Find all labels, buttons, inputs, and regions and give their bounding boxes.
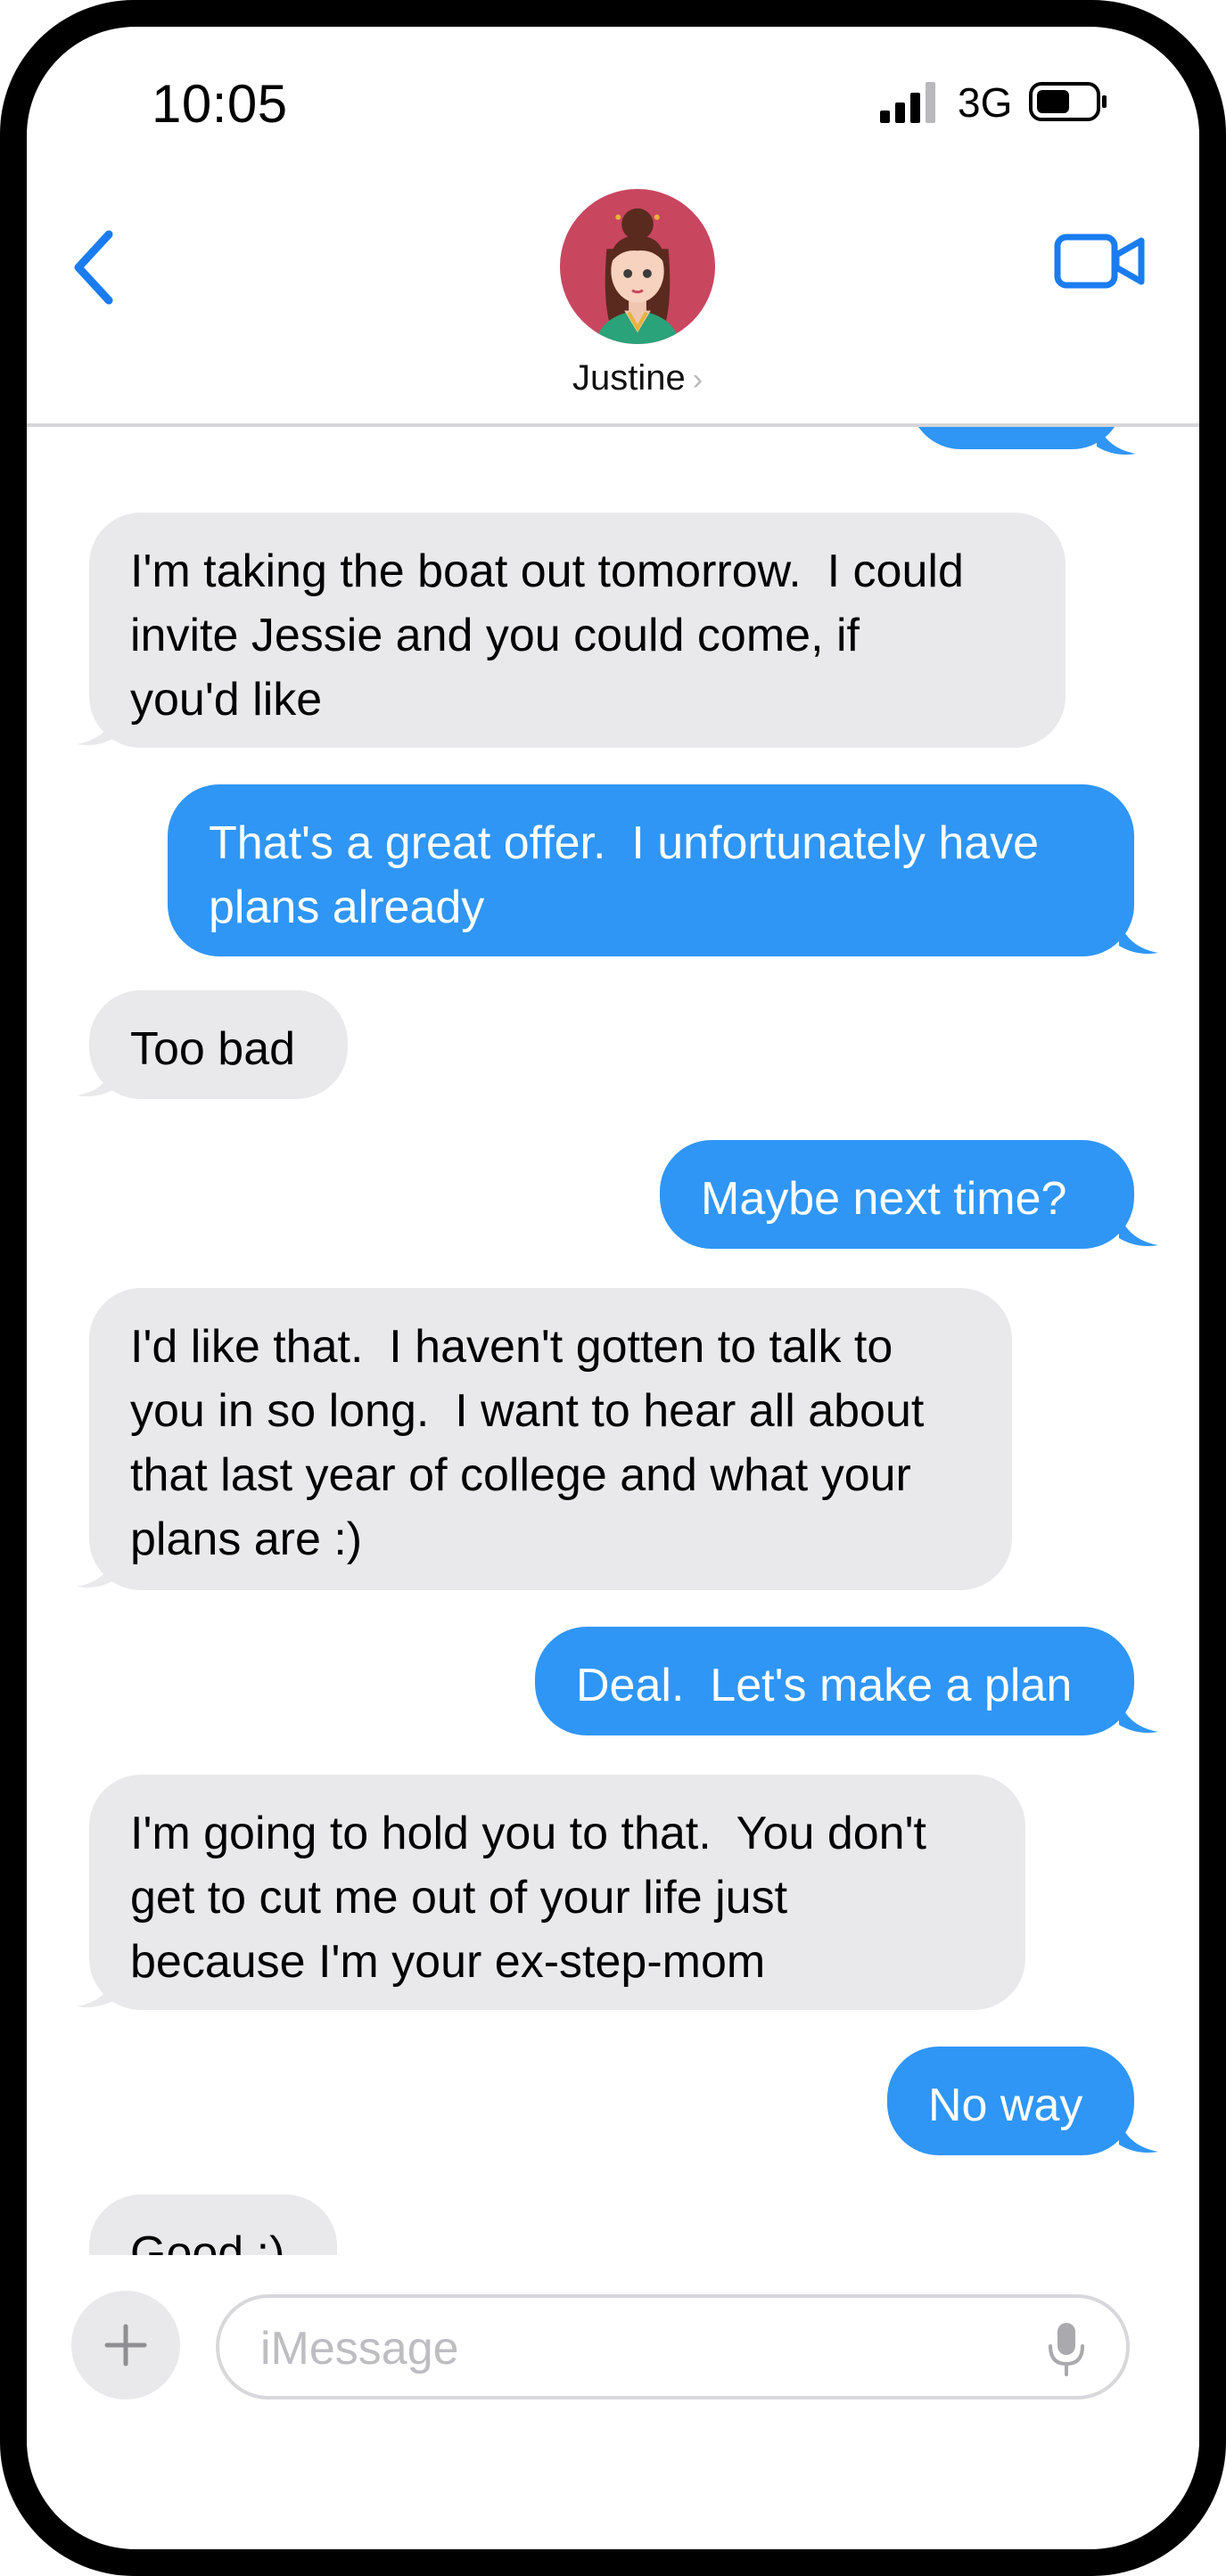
message-bubble-outgoing[interactable]: That's a great offer. I unfortunately ha… xyxy=(168,784,1134,956)
plus-button[interactable] xyxy=(71,2291,180,2400)
message-bubble-outgoing[interactable]: Maybe next time? xyxy=(660,1140,1134,1249)
bubble-tail xyxy=(77,1974,116,2007)
chevron-right-icon: › xyxy=(692,363,704,397)
message-bubble-outgoing[interactable]: No way xyxy=(887,2047,1134,2155)
contact-header[interactable]: Justine › xyxy=(490,187,785,398)
contact-name: Justine xyxy=(572,358,686,398)
message-bubble-incoming[interactable]: I'm taking the boat out tomorrow. I coul… xyxy=(89,513,1066,748)
bubble-tail xyxy=(77,1555,116,1587)
phone-frame: 10:05 3G Justine › I'm taking the boat o… xyxy=(0,0,1226,2576)
message-bubble-incoming[interactable]: I'm going to hold you to that. You don't… xyxy=(89,1775,1025,2010)
message-bubble-incoming[interactable]: I'd like that. I haven't gotten to talk … xyxy=(89,1288,1012,1590)
bubble-tail xyxy=(1119,921,1158,954)
bubble-tail xyxy=(1119,1700,1158,1733)
microphone-icon[interactable] xyxy=(1046,2321,1087,2378)
contact-avatar xyxy=(559,188,716,345)
bubble-tail xyxy=(77,1063,116,1096)
messages-screen: 10:05 3G Justine › I'm taking the boat o… xyxy=(27,27,1199,2549)
signal-bars-icon xyxy=(880,82,935,123)
message-thread[interactable]: I'm taking the boat out tomorrow. I coul… xyxy=(27,427,1199,2255)
message-bubble-outgoing[interactable] xyxy=(909,427,1123,449)
plus-icon xyxy=(104,2324,147,2367)
message-bubble-incoming[interactable]: Good :) xyxy=(89,2195,337,2255)
message-composer xyxy=(27,2255,1199,2549)
message-input[interactable] xyxy=(259,2319,993,2378)
network-type: 3G xyxy=(958,79,1013,126)
bubble-tail xyxy=(1119,1213,1158,1246)
message-bubble-incoming[interactable]: Too bad xyxy=(89,990,348,1099)
video-camera-icon[interactable] xyxy=(1052,221,1150,301)
bubble-tail xyxy=(1119,2120,1158,2153)
status-time: 10:05 xyxy=(152,74,288,134)
message-field[interactable] xyxy=(216,2294,1130,2400)
bubble-tail xyxy=(77,712,116,745)
bubble-tail xyxy=(1097,427,1136,455)
back-chevron-icon[interactable] xyxy=(62,218,125,316)
message-bubble-outgoing[interactable]: Deal. Let's make a plan xyxy=(535,1627,1134,1735)
battery-icon xyxy=(1029,82,1107,121)
